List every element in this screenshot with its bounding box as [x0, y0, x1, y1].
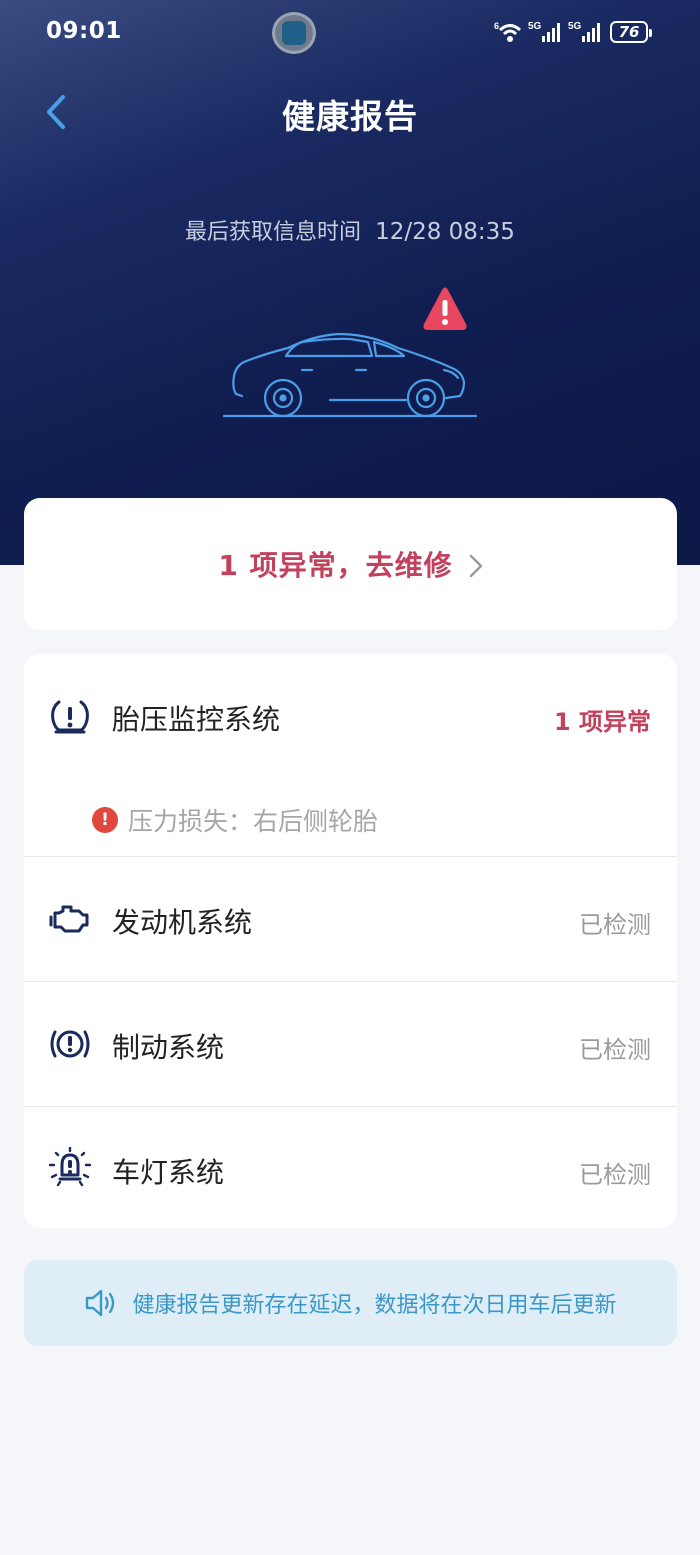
status-time: 09:01 [46, 18, 122, 44]
last-update-label: 最后获取信息时间 [185, 220, 362, 245]
issue-item: ! 压力损失：右后侧轮胎 [92, 802, 378, 838]
system-row-lights[interactable]: 车灯系统 已检测 [24, 1107, 677, 1228]
system-name: 车灯系统 [112, 1156, 225, 1189]
car-outline-icon [222, 287, 478, 418]
chevron-right-icon [469, 554, 482, 578]
summary-card: 1 项异常，去维修 [24, 498, 677, 630]
system-name: 胎压监控系统 [112, 703, 281, 736]
repair-text: 1 项异常，去维修 [218, 549, 453, 582]
go-repair-button[interactable]: 1 项异常，去维修 [24, 498, 677, 630]
system-status: 已检测 [579, 1036, 651, 1064]
car-light-icon [48, 1145, 92, 1189]
last-update-value: 12/28 08:35 [375, 219, 515, 245]
tire-pressure-icon [48, 694, 92, 738]
speaker-icon [86, 1289, 115, 1317]
signal-2-label: 5G [568, 21, 582, 32]
last-update-info: 最后获取信息时间 12/28 08:35 [0, 214, 700, 246]
wifi-icon: 6 [494, 21, 522, 42]
system-status: 已检测 [579, 911, 651, 939]
page-title: 健康报告 [282, 97, 418, 136]
wifi-badge-text: 6 [494, 21, 499, 31]
brake-icon [48, 1022, 92, 1066]
systems-card: 胎压监控系统 1 项异常 ! 压力损失：右后侧轮胎 发动机系统 已检测 制动系统… [24, 654, 677, 1228]
battery-icon: 76 [610, 21, 652, 43]
system-status: 已检测 [579, 1161, 651, 1189]
system-name: 制动系统 [112, 1031, 225, 1064]
issue-text: 压力损失：右后侧轮胎 [128, 807, 379, 836]
notice-text: 健康报告更新存在延迟，数据将在次日用车后更新 [132, 1293, 617, 1318]
signal-1-label: 5G [528, 21, 542, 32]
warning-triangle-icon [423, 287, 467, 330]
system-name: 发动机系统 [112, 906, 253, 939]
status-bar: 09:01 6 5G 5G 76 [0, 0, 700, 66]
signal-icon-2: 5G [568, 21, 600, 42]
system-row-engine[interactable]: 发动机系统 已检测 [24, 857, 677, 981]
system-row-brake[interactable]: 制动系统 已检测 [24, 982, 677, 1106]
car-illustration [220, 282, 482, 422]
error-icon: ! [92, 807, 118, 833]
signal-icon-1: 5G [528, 21, 560, 42]
system-status-abnormal: 1 项异常 [553, 708, 651, 736]
engine-icon [48, 897, 92, 941]
delay-notice: 健康报告更新存在延迟，数据将在次日用车后更新 [24, 1260, 677, 1346]
system-row-tire-pressure[interactable]: 胎压监控系统 1 项异常 ! 压力损失：右后侧轮胎 [24, 654, 677, 856]
notification-app-icon [272, 12, 316, 54]
